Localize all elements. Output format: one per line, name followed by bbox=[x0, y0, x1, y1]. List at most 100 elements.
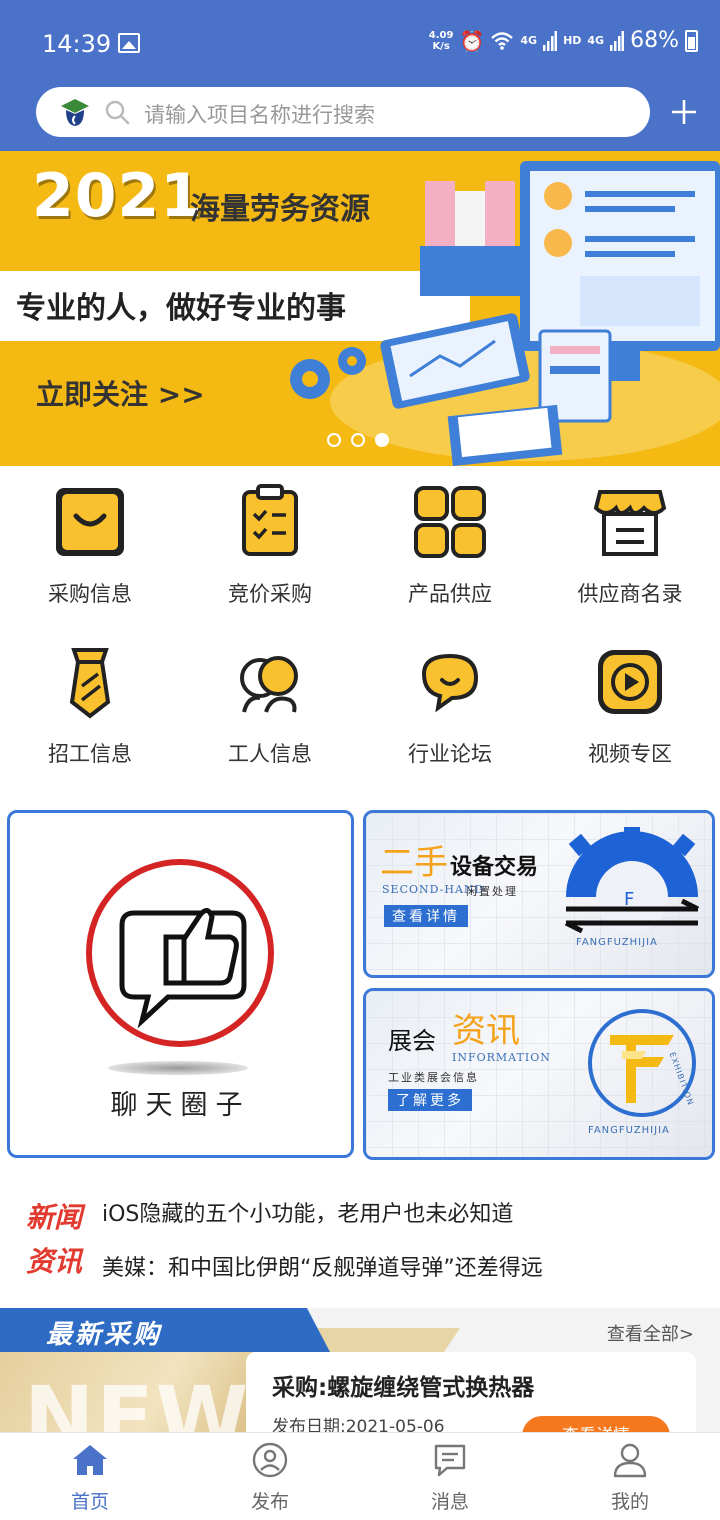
menu-item-video[interactable]: 视频专区 bbox=[540, 626, 720, 786]
status-time: 14:39 bbox=[42, 30, 112, 58]
app-logo-icon bbox=[61, 99, 89, 126]
hd-label: HD bbox=[563, 34, 582, 47]
tie-icon bbox=[69, 648, 111, 719]
nav-item-messages[interactable]: 消息 bbox=[360, 1433, 540, 1520]
menu-item-label: 供应商名录 bbox=[577, 582, 683, 606]
menu-item-label: 行业论坛 bbox=[408, 742, 492, 766]
workers-icon bbox=[240, 656, 298, 713]
network-speed: 4.09 K/s bbox=[429, 30, 454, 52]
menu-item-label: 招工信息 bbox=[48, 742, 132, 766]
menu-item-recruitment[interactable]: 招工信息 bbox=[0, 626, 180, 786]
banner-year: 2021 bbox=[32, 161, 203, 231]
nav-label: 首页 bbox=[70, 1491, 109, 1513]
second-hand-title: 设备交易 bbox=[450, 855, 539, 880]
menu-item-procurement-info[interactable]: 采购信息 bbox=[0, 466, 180, 626]
chat-bubbles-icon bbox=[421, 653, 479, 713]
status-bar: 14:39 4.09 K/s ⏰ 4G HD 4G 68% bbox=[0, 0, 720, 86]
signal-icon-2 bbox=[610, 30, 625, 51]
menu-item-forum[interactable]: 行业论坛 bbox=[360, 626, 540, 786]
feature-grid: 采购信息 竞价采购 产品供应 供应商名录 招工信息 工人信息 行业论坛 视频专区 bbox=[0, 466, 720, 796]
store-icon bbox=[593, 490, 667, 556]
new-background: NEW bbox=[0, 1352, 260, 1438]
user-icon bbox=[613, 1443, 647, 1478]
expo-subtitle-cn: 工业类展会信息 bbox=[388, 1071, 479, 1084]
new-background-text: NEW bbox=[24, 1368, 251, 1438]
view-all-link[interactable]: 查看全部> bbox=[607, 1320, 694, 1346]
news-badge-line-1: 新闻 bbox=[26, 1201, 83, 1234]
add-icon[interactable] bbox=[668, 96, 700, 128]
grid-apps-icon bbox=[414, 486, 486, 558]
news-headline-link[interactable]: 美媒：和中国比伊朗“反舰弹道导弹”还差得远 bbox=[102, 1250, 543, 1282]
procurement-item-title: 采购:螺旋缠绕管式换热器 bbox=[272, 1375, 535, 1401]
message-icon bbox=[434, 1444, 466, 1477]
menu-item-label: 工人信息 bbox=[228, 742, 312, 766]
view-details-button[interactable]: 查看详情 bbox=[384, 905, 468, 927]
chat-circle-card[interactable]: 聊天圈子 bbox=[7, 810, 354, 1158]
expo-accent: 资讯 bbox=[452, 1011, 520, 1051]
brand-watermark: FANGFUZHIJIA bbox=[576, 937, 658, 948]
section-header-tab: 最新采购 bbox=[0, 1308, 330, 1352]
video-play-icon bbox=[598, 650, 662, 714]
nav-item-profile[interactable]: 我的 bbox=[540, 1433, 720, 1520]
exhibition-news-card[interactable]: 展会 资讯 INFORMATION 工业类展会信息 了解更多 EXHIBITIO… bbox=[363, 988, 715, 1160]
menu-item-label: 竞价采购 bbox=[228, 582, 312, 606]
menu-item-label: 采购信息 bbox=[48, 582, 132, 606]
wifi-icon bbox=[491, 31, 514, 50]
icon-shadow bbox=[108, 1061, 248, 1075]
nav-label: 消息 bbox=[430, 1491, 469, 1513]
menu-item-bidding[interactable]: 竞价采购 bbox=[180, 466, 360, 626]
battery-percent: 68% bbox=[630, 28, 679, 53]
news-badge: 新闻 资讯 bbox=[26, 1196, 98, 1284]
menu-item-supplier-directory[interactable]: 供应商名录 bbox=[540, 466, 720, 626]
shopping-bag-icon bbox=[56, 488, 124, 556]
news-headline-link[interactable]: iOS隐藏的五个小功能，老用户也未必知道 bbox=[102, 1196, 513, 1228]
network-type-2: 4G bbox=[587, 34, 605, 47]
network-speed-unit: K/s bbox=[432, 40, 450, 52]
profile-publish-icon bbox=[252, 1442, 288, 1478]
latest-procurement-section: NEW 最新采购 查看全部> 采购:螺旋缠绕管式换热器 发布日期:2021-05… bbox=[0, 1308, 720, 1438]
thumbs-up-chat-icon bbox=[86, 859, 274, 1047]
status-indicators: 4.09 K/s ⏰ 4G HD 4G 68% bbox=[429, 28, 698, 53]
chat-circle-title: 聊天圈子 bbox=[110, 1090, 251, 1121]
brand-watermark: FANGFUZHIJIA bbox=[588, 1125, 670, 1136]
news-badge-line-2: 资讯 bbox=[26, 1245, 83, 1278]
promo-banner[interactable]: 2021 海量劳务资源 专业的人，做好专业的事 立即关注 >> bbox=[0, 151, 720, 466]
carousel-dot-active[interactable] bbox=[375, 433, 389, 447]
second-hand-subtitle-cn: 闲置处理 bbox=[466, 885, 518, 898]
office-illustration-icon bbox=[290, 161, 720, 466]
network-speed-value: 4.09 bbox=[428, 29, 454, 41]
battery-icon bbox=[685, 29, 698, 52]
home-icon bbox=[73, 1445, 107, 1475]
menu-item-label: 视频专区 bbox=[588, 742, 672, 766]
banner-follow-link[interactable]: 立即关注 >> bbox=[36, 373, 205, 413]
carousel-dot[interactable] bbox=[327, 433, 341, 447]
carousel-dot[interactable] bbox=[351, 433, 365, 447]
clipboard-checklist-icon bbox=[242, 484, 298, 556]
search-input[interactable]: 请输入项目名称进行搜索 bbox=[144, 99, 375, 129]
search-bar[interactable]: 请输入项目名称进行搜索 bbox=[36, 87, 650, 137]
app-header: 14:39 4.09 K/s ⏰ 4G HD 4G 68% 请输入项目名称进行搜… bbox=[0, 0, 720, 151]
second-hand-trade-card[interactable]: 二手 设备交易 SECOND-HAND 闲置处理 查看详情 F FANGFUZH… bbox=[363, 810, 715, 978]
carousel-indicator bbox=[327, 433, 389, 447]
network-type-1: 4G bbox=[520, 34, 538, 47]
gear-exchange-icon: F bbox=[564, 827, 700, 934]
nav-label: 我的 bbox=[610, 1491, 649, 1513]
gallery-notification-icon bbox=[118, 33, 140, 53]
alarm-icon: ⏰ bbox=[459, 28, 485, 53]
menu-item-label: 产品供应 bbox=[408, 582, 492, 606]
nav-item-home[interactable]: 首页 bbox=[0, 1433, 180, 1520]
menu-item-product-supply[interactable]: 产品供应 bbox=[360, 466, 540, 626]
learn-more-button[interactable]: 了解更多 bbox=[388, 1089, 472, 1111]
section-title: 最新采购 bbox=[46, 1320, 163, 1350]
search-icon bbox=[105, 100, 130, 125]
expo-subtitle-en: INFORMATION bbox=[452, 1051, 551, 1064]
signal-icon-1 bbox=[543, 30, 558, 51]
nav-item-publish[interactable]: 发布 bbox=[180, 1433, 360, 1520]
procurement-item-card[interactable]: 采购:螺旋缠绕管式换热器 发布日期:2021-05-06 查看详情 bbox=[246, 1352, 696, 1438]
news-ticker: 新闻 资讯 iOS隐藏的五个小功能，老用户也未必知道 美媒：和中国比伊朗“反舰弹… bbox=[0, 1190, 720, 1290]
exhibition-logo-icon bbox=[588, 1009, 696, 1117]
second-hand-accent: 二手 bbox=[380, 843, 448, 883]
menu-item-workers[interactable]: 工人信息 bbox=[180, 626, 360, 786]
nav-label: 发布 bbox=[250, 1491, 289, 1513]
bottom-navigation: 首页 发布 消息 我的 bbox=[0, 1432, 720, 1520]
